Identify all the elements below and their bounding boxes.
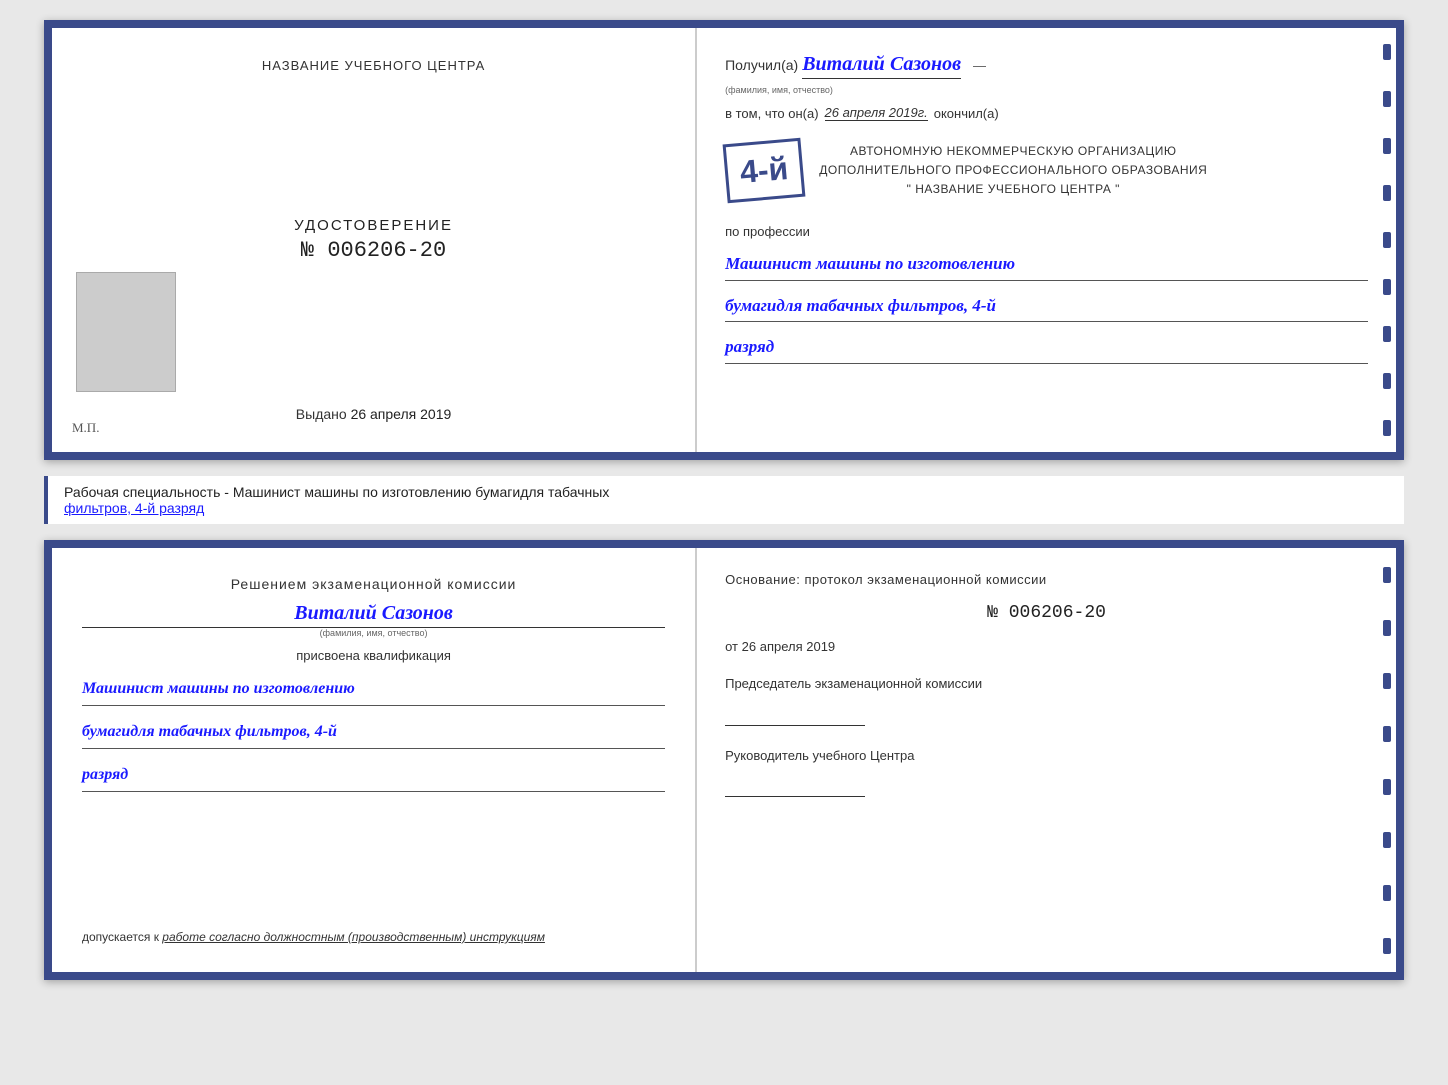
deco-line-2 — [1383, 91, 1391, 107]
deco-line-8 — [1383, 373, 1391, 389]
stamp-block: 4-й — [723, 138, 806, 204]
profession-line2-top: бумагидля табачных фильтров, 4-й — [725, 291, 1368, 323]
udostoverenie-number: № 006206-20 — [294, 238, 453, 263]
subtitle-text-prefix: Рабочая специальность - Машинист машины … — [64, 484, 609, 500]
photo-placeholder — [76, 272, 176, 392]
qual-line1-bottom: Машинист машины по изготовлению — [82, 673, 665, 706]
right-deco-top — [1378, 28, 1396, 452]
predsedatel-title: Председатель экзаменационной комиссии — [725, 674, 1368, 694]
cert-top-right-panel: Получил(а) Виталий Сазонов — (фамилия, и… — [697, 28, 1396, 452]
dopusk-prefix: допускается к — [82, 930, 159, 944]
deco-line-5 — [1383, 232, 1391, 248]
deco-line-b2 — [1383, 620, 1391, 636]
qual-line3-bottom: разряд — [82, 759, 665, 792]
osnovanie-text: Основание: протокол экзаменационной коми… — [725, 572, 1368, 587]
ot-date-bottom: от 26 апреля 2019 — [725, 639, 1368, 654]
fio-label-top: (фамилия, имя, отчество) — [725, 85, 1368, 95]
po-professii-label: по профессии — [725, 224, 1368, 239]
ot-date-value: 26 апреля 2019 — [742, 639, 836, 654]
predsedatel-signature-line — [725, 702, 865, 726]
deco-line-b7 — [1383, 885, 1391, 901]
vtom-date: 26 апреля 2019г. — [825, 105, 928, 121]
ot-label: от — [725, 639, 738, 654]
deco-line-3 — [1383, 138, 1391, 154]
vydano-block: Выдано 26 апреля 2019 — [296, 406, 452, 422]
subtitle-bar: Рабочая специальность - Машинист машины … — [44, 476, 1404, 524]
deco-line-b8 — [1383, 938, 1391, 954]
vydano-date: 26 апреля 2019 — [351, 406, 452, 422]
udostoverenie-title: УДОСТОВЕРЕНИЕ — [294, 217, 453, 234]
deco-line-9 — [1383, 420, 1391, 436]
cert-top-left-panel: НАЗВАНИЕ УЧЕБНОГО ЦЕНТРА УДОСТОВЕРЕНИЕ №… — [52, 28, 697, 452]
dopuskaetsya-block: допускается к работе согласно должностны… — [82, 930, 665, 944]
vtom-line: в том, что он(а) 26 апреля 2019г. окончи… — [725, 105, 1368, 121]
deco-line-b5 — [1383, 779, 1391, 795]
udostoverenie-block: УДОСТОВЕРЕНИЕ № 006206-20 — [294, 217, 453, 263]
qual-line2-bottom: бумагидля табачных фильтров, 4-й — [82, 716, 665, 749]
profession-line1-top: Машинист машины по изготовлению — [725, 249, 1368, 281]
deco-line-7 — [1383, 326, 1391, 342]
rukovoditel-block: Руководитель учебного Центра — [725, 746, 1368, 798]
deco-line-b4 — [1383, 726, 1391, 742]
prisvоena-text: присвоена квалификация — [82, 648, 665, 663]
profession-line3-top: разряд — [725, 332, 1368, 364]
vtom-label: в том, что он(а) — [725, 106, 818, 121]
okonchil-label: окончил(а) — [934, 106, 999, 121]
decision-text: Решением экзаменационной комиссии — [82, 576, 665, 592]
fio-label-bottom: (фамилия, имя, отчество) — [82, 628, 665, 638]
rukovoditel-signature-line — [725, 773, 865, 797]
rukovoditel-title: Руководитель учебного Центра — [725, 746, 1368, 766]
cert-bottom-left-panel: Решением экзаменационной комиссии Витали… — [52, 548, 697, 972]
certificate-bottom: Решением экзаменационной комиссии Витали… — [44, 540, 1404, 980]
person-name-top: Виталий Сазонов — [802, 52, 961, 79]
mp-label: М.П. — [72, 420, 99, 436]
stamp-number: 4-й — [739, 150, 790, 191]
protocol-number-bottom: № 006206-20 — [725, 603, 1368, 623]
deco-line-b1 — [1383, 567, 1391, 583]
poluchil-line: Получил(а) Виталий Сазонов — (фамилия, и… — [725, 52, 1368, 95]
cert-bottom-right-panel: Основание: протокол экзаменационной коми… — [697, 548, 1396, 972]
deco-line-1 — [1383, 44, 1391, 60]
deco-line-b6 — [1383, 832, 1391, 848]
deco-line-b3 — [1383, 673, 1391, 689]
org-name-top-label: НАЗВАНИЕ УЧЕБНОГО ЦЕНТРА — [262, 58, 485, 73]
subtitle-text-underline: фильтров, 4-й разряд — [64, 500, 204, 516]
org-block: АВТОНОМНУЮ НЕКОММЕРЧЕСКУЮ ОРГАНИЗАЦИЮ ДО… — [819, 142, 1207, 200]
vydano-label: Выдано — [296, 406, 347, 422]
deco-line-4 — [1383, 185, 1391, 201]
dopusk-text: работе согласно должностным (производств… — [162, 930, 545, 944]
poluchil-label: Получил(а) — [725, 57, 798, 73]
right-deco-bottom — [1378, 548, 1396, 972]
predsedatel-block: Председатель экзаменационной комиссии — [725, 674, 1368, 726]
deco-line-6 — [1383, 279, 1391, 295]
certificate-top: НАЗВАНИЕ УЧЕБНОГО ЦЕНТРА УДОСТОВЕРЕНИЕ №… — [44, 20, 1404, 460]
person-name-bottom: Виталий Сазонов — [82, 602, 665, 628]
